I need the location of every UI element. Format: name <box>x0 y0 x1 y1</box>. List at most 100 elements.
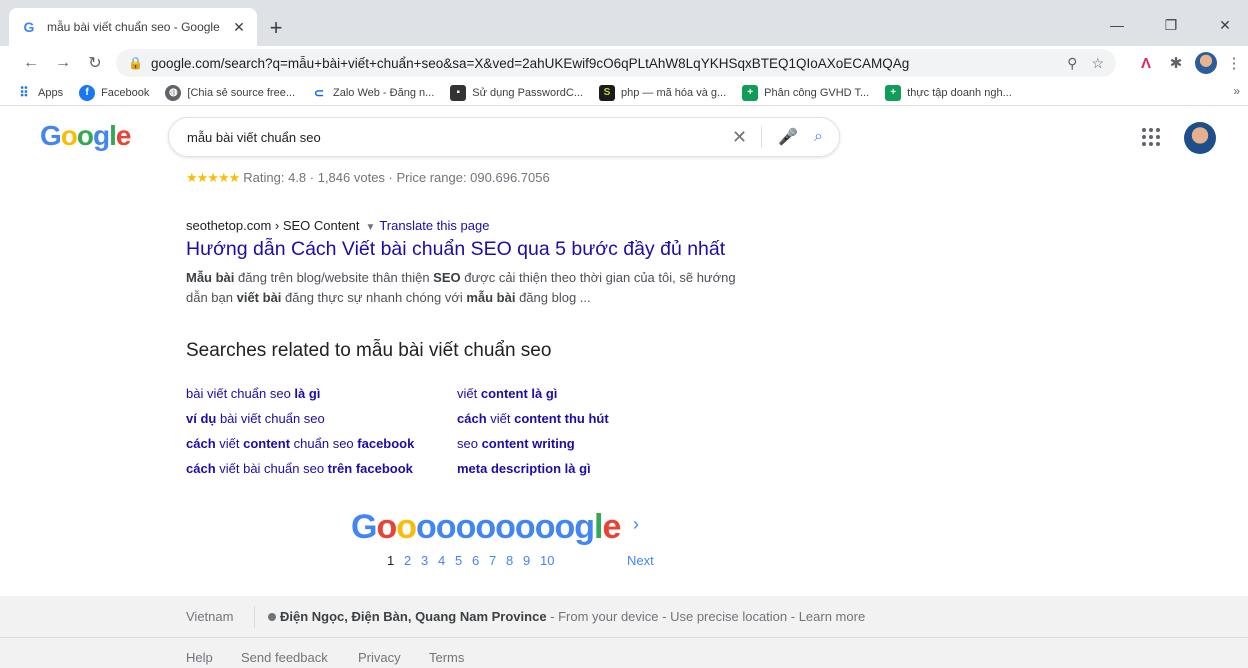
sheets-icon: + <box>742 84 759 101</box>
browser-tab[interactable]: G mẫu bài viết chuẩn seo - Google ✕ <box>9 8 257 46</box>
zalo-icon: ⊂ <box>313 85 325 100</box>
translate-link[interactable]: Translate this page <box>379 218 489 233</box>
logo-letter: o <box>495 508 516 546</box>
logo-letter: e <box>602 508 622 546</box>
footer-terms-link[interactable]: Terms <box>429 650 464 665</box>
page-number-link: 1 <box>387 553 395 568</box>
result-domain[interactable]: seothetop.com › SEO Content <box>186 218 359 233</box>
google-doodle-logo[interactable]: Google <box>40 120 131 152</box>
logo-letter: o <box>396 508 417 546</box>
microphone-icon[interactable]: 🎤 <box>778 127 798 147</box>
logo-letter: G <box>351 508 377 546</box>
page-number-link[interactable]: 5 <box>455 553 472 568</box>
logo-letter: o <box>534 508 556 546</box>
page-number-link[interactable]: 6 <box>472 553 489 568</box>
search-box[interactable]: mẫu bài viết chuẩn seo ✕ 🎤 ⌕ <box>168 117 840 157</box>
back-arrow-icon[interactable]: ← <box>18 50 44 76</box>
menu-kebab-icon[interactable]: ⋮ <box>1222 51 1246 75</box>
footer-divider <box>254 606 255 628</box>
location-pin-icon[interactable]: ⚲ <box>1067 55 1077 72</box>
related-search-link[interactable]: viết content là gì <box>457 386 557 401</box>
logo-letter: l <box>594 508 604 546</box>
bookmark-facebook[interactable]: f Facebook <box>79 84 149 101</box>
stackoverflow-icon: S <box>599 84 615 101</box>
rating-text: Rating: 4.8 · 1,846 votes · Price range:… <box>243 170 550 185</box>
page-number-link[interactable]: 7 <box>489 553 506 568</box>
bookmark-source-free[interactable]: ◍ [Chia sẻ source free... <box>165 84 295 101</box>
footer: Vietnam Điện Ngọc, Điện Bàn, Quang Nam P… <box>0 596 1248 668</box>
bookmark-phan-cong[interactable]: + Phân công GVHD T... <box>742 84 869 101</box>
reload-icon[interactable]: ↻ <box>82 50 108 76</box>
search-icon[interactable]: ⌕ <box>814 128 823 146</box>
tab-strip: G mẫu bài viết chuẩn seo - Google ✕ + — … <box>0 0 1248 46</box>
google-favicon-icon: G <box>23 19 35 35</box>
restore-icon[interactable]: ❐ <box>1148 10 1194 40</box>
related-search-link[interactable]: ví dụ bài viết chuẩn seo <box>186 411 325 426</box>
google-header: Google mẫu bài viết chuẩn seo ✕ 🎤 ⌕ <box>0 107 1248 165</box>
apps-grid-icon: ⠿ <box>19 84 29 100</box>
close-tab-icon[interactable]: ✕ <box>231 19 247 35</box>
logo-letter: g <box>574 508 595 546</box>
minimize-icon[interactable]: — <box>1094 10 1140 40</box>
logo-letter: o <box>554 508 575 546</box>
bookmark-star-icon[interactable]: ☆ <box>1091 55 1104 72</box>
close-window-icon[interactable]: ✕ <box>1202 10 1248 40</box>
url-text[interactable]: google.com/search?q=mẫu+bài+viết+chuẩn+s… <box>151 56 1053 71</box>
logo-letter: o <box>514 508 536 546</box>
bookmark-zalo[interactable]: ⊂ Zalo Web - Đăng n... <box>311 85 434 101</box>
related-search-link[interactable]: bài viết chuẩn seo là gì <box>186 386 320 401</box>
bookmark-apps[interactable]: ⠿ Apps <box>16 85 63 101</box>
account-avatar[interactable] <box>1184 122 1216 154</box>
related-search-link[interactable]: seo content writing <box>457 436 575 451</box>
bookmarks-overflow-icon[interactable]: » <box>1233 84 1240 98</box>
search-divider <box>761 126 763 148</box>
bookmark-passwordc[interactable]: ▪ Sử dụng PasswordC... <box>450 84 583 101</box>
clear-search-icon[interactable]: ✕ <box>732 127 747 148</box>
page-number-link[interactable]: 3 <box>421 553 438 568</box>
forward-arrow-icon[interactable]: → <box>50 50 76 76</box>
footer-privacy-link[interactable]: Privacy <box>358 650 401 665</box>
rating-line: ★★★★★ Rating: 4.8 · 1,846 votes · Price r… <box>186 170 550 186</box>
related-search-link[interactable]: cách viết bài chuẩn seo trên facebook <box>186 461 413 476</box>
puzzle-extensions-icon[interactable]: ✱ <box>1164 51 1188 75</box>
rating-stars-icon: ★★★★★ <box>186 170 240 185</box>
footer-feedback-link[interactable]: Send feedback <box>241 650 328 665</box>
sheets-icon: + <box>885 84 902 101</box>
address-bar[interactable]: 🔒 google.com/search?q=mẫu+bài+viết+chuẩn… <box>116 49 1116 77</box>
logo-letter: o <box>416 508 437 546</box>
result-title-link[interactable]: Hướng dẫn Cách Viết bài chuẩn SEO qua 5 … <box>186 238 725 261</box>
page-number-link[interactable]: 4 <box>438 553 455 568</box>
pagination-logo: Goooooooooogle <box>351 508 622 547</box>
search-input[interactable]: mẫu bài viết chuẩn seo <box>187 130 716 145</box>
extension-icon[interactable]: Λ <box>1134 51 1158 75</box>
result-cite: seothetop.com › SEO Content ▼ Translate th… <box>186 218 489 233</box>
bookmark-thuc-tap[interactable]: + thực tập doanh ngh... <box>885 84 1012 101</box>
profile-avatar-icon[interactable] <box>1194 51 1218 75</box>
cite-dropdown-icon[interactable]: ▼ <box>365 222 375 233</box>
related-search-link[interactable]: cách viết content thu hút <box>457 411 609 426</box>
bookmark-php[interactable]: S php — mã hóa và g... <box>599 84 726 101</box>
facebook-icon: f <box>79 84 96 101</box>
next-chevron-icon[interactable]: › <box>633 514 639 535</box>
location-dot-icon <box>268 613 276 621</box>
related-searches-heading: Searches related to mẫu bài viết chuẩn s… <box>186 340 552 361</box>
logo-letter: o <box>435 508 457 546</box>
globe-icon: ◍ <box>165 84 182 101</box>
next-page-link[interactable]: Next <box>627 553 654 568</box>
logo-letter: o <box>475 508 496 546</box>
page-number-link[interactable]: 8 <box>506 553 523 568</box>
passwordc-icon: ▪ <box>450 84 467 101</box>
page-number-link[interactable]: 10 <box>540 553 557 568</box>
lock-icon[interactable]: 🔒 <box>128 56 143 70</box>
google-apps-icon[interactable] <box>1140 126 1162 148</box>
related-search-link[interactable]: meta description là gì <box>457 461 591 476</box>
new-tab-icon[interactable]: + <box>262 14 290 42</box>
browser-toolbar: ← → ↻ 🔒 google.com/search?q=mẫu+bài+viết… <box>0 46 1248 80</box>
page-number-link[interactable]: 9 <box>523 553 540 568</box>
result-snippet: Mẫu bài đăng trên blog/website thân thiệ… <box>186 270 736 305</box>
footer-help-link[interactable]: Help <box>186 650 213 665</box>
related-search-link[interactable]: cách viết content chuẩn seo facebook <box>186 436 414 451</box>
footer-location: Điện Ngọc, Điện Bàn, Quang Nam Province … <box>268 609 865 624</box>
footer-country: Vietnam <box>186 609 234 624</box>
page-number-link[interactable]: 2 <box>404 553 421 568</box>
